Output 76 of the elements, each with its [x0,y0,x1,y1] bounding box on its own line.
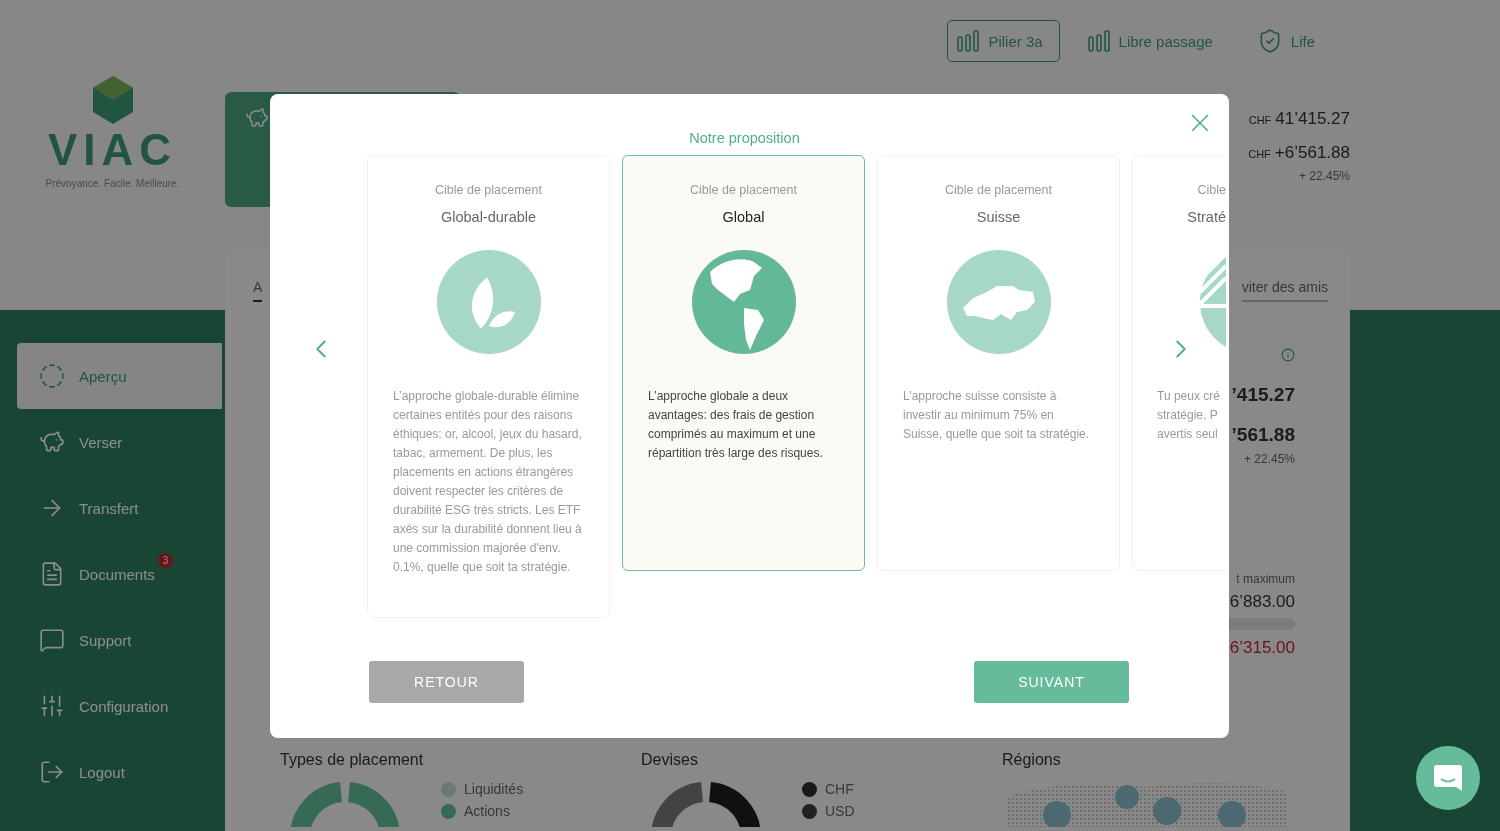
option-card[interactable]: Cible de placement Suisse L’approche suisse consiste à investir au minimum 75% en Suisse, quelle que soit ta stratégie. [877,155,1120,571]
legend-dot [802,803,817,819]
gain-percent: + 22.45% [1298,169,1350,183]
logo-mark-icon [90,76,135,124]
card-title: Global-durable [440,209,537,225]
notification-badge: 3 [158,553,173,568]
sidebar-label: Configuration [79,697,169,715]
sidebar-label: Verser [79,433,123,451]
legend-dot [441,803,456,819]
sidebar-item[interactable]: Aperçu [17,343,222,409]
legend-label: CHF [825,781,854,797]
card-description: Tu peux cré stratégie. P avertis seul [1156,388,1221,443]
sidebar-item[interactable]: Verser [17,409,222,475]
map-icon [946,250,1051,354]
stat-value: + 22.45% [1243,452,1295,466]
chat-icon [1432,762,1464,794]
stat-value: 6’883.00 [1229,592,1295,612]
legend-dot [802,781,817,797]
product-tab[interactable]: Pilier 3a [947,20,1060,62]
panel-tab[interactable]: viter des amis [1241,279,1328,302]
product-tab-label: Life [1290,32,1315,50]
stat-value: 6’315.00 [1229,638,1295,658]
modal-title: Notre proposition [688,129,801,148]
dashed-circle-icon [39,363,65,389]
product-tab[interactable]: Libre passage [1077,20,1230,62]
card-label: Cible [1197,183,1226,197]
logo-tagline: Prévoyance. Facile. Meilleure. [45,178,180,189]
gain-amount: CHF +6’561.88 [1248,143,1350,163]
card-title: Straté [1187,209,1226,225]
panel-tab[interactable]: A [253,279,263,302]
section-title: Types de placement [280,751,425,770]
card-description: L’approche suisse consiste à investir au minimum 75% en Suisse, quelle que soit ta stratégie. [903,388,1091,443]
legend-dot [441,781,456,797]
stat-value: ’415.27 [1231,384,1295,406]
section-title: Devises [641,751,699,770]
product-tab-label: Pilier 3a [988,32,1043,50]
piggy-bank-icon [245,106,269,130]
card-label: Cible de placement [945,183,1052,197]
card-description: L’approche globale-durable élimine certaines entités pour des raisons éthiques: or, alcool, jeux du hasard, tabac, armement. De plus, les placements en actions étrangères doivent respecter les critères de durabilité ESG très stricts. Les ETF axés sur la durabilité donnent lieu à une commission majorée d'env. 0.1%, quelle que soit ta stratégie. [393,388,583,576]
legend-label: Actions [464,803,510,819]
product-tab[interactable]: Life [1247,20,1332,62]
sidebar-label: Support [79,631,132,649]
logout-icon [39,759,65,785]
sidebar-item[interactable]: Support [17,607,222,673]
card-label: Cible de placement [690,183,797,197]
option-card[interactable]: Cible de placement Global L’approche globale a deux avantages: des frais de gestion comprimés au maximum et une répartition très large des risques. [622,155,865,571]
card-description: L’approche globale a deux avantages: des frais de gestion comprimés au maximum et une répartition très large des risques. [648,388,824,462]
stat-value: ’561.88 [1231,424,1295,446]
card-title: Suisse [976,209,1021,225]
sidebar-label: Aperçu [79,367,127,385]
bars-icon [1086,29,1111,53]
sliders-icon [39,693,65,719]
card-label: Cible de placement [435,183,542,197]
legend-label: Liquidités [464,781,524,797]
info-icon[interactable] [1281,348,1295,362]
sidebar-item[interactable]: Configuration [17,673,222,739]
card-title: Global [722,209,765,225]
sidebar-item[interactable]: Logout [17,739,222,805]
stat-value: t maximum [1236,572,1295,586]
total-amount: CHF 41’415.27 [1248,109,1350,129]
chat-icon [39,627,65,653]
next-button[interactable]: SUIVANT [974,661,1129,703]
sidebar-label: Documents [79,565,155,583]
section-title: Régions [1002,751,1062,770]
sidebar-label: Logout [79,763,125,781]
sidebar-label: Transfert [79,499,139,517]
product-tab-label: Libre passage [1118,32,1213,50]
sidebar-item[interactable]: Documents 3 [17,541,222,607]
option-card[interactable]: Cible Straté Tu peux cré stratégie. P avertis seul [1132,155,1226,571]
option-card[interactable] [367,155,610,618]
logo-wordmark: VIAC [47,128,178,172]
globe-icon [691,250,796,354]
leaf-icon [436,250,541,354]
sidebar-item[interactable]: Transfert [17,475,222,541]
legend-label: USD [825,803,855,819]
bars-icon [956,29,981,53]
